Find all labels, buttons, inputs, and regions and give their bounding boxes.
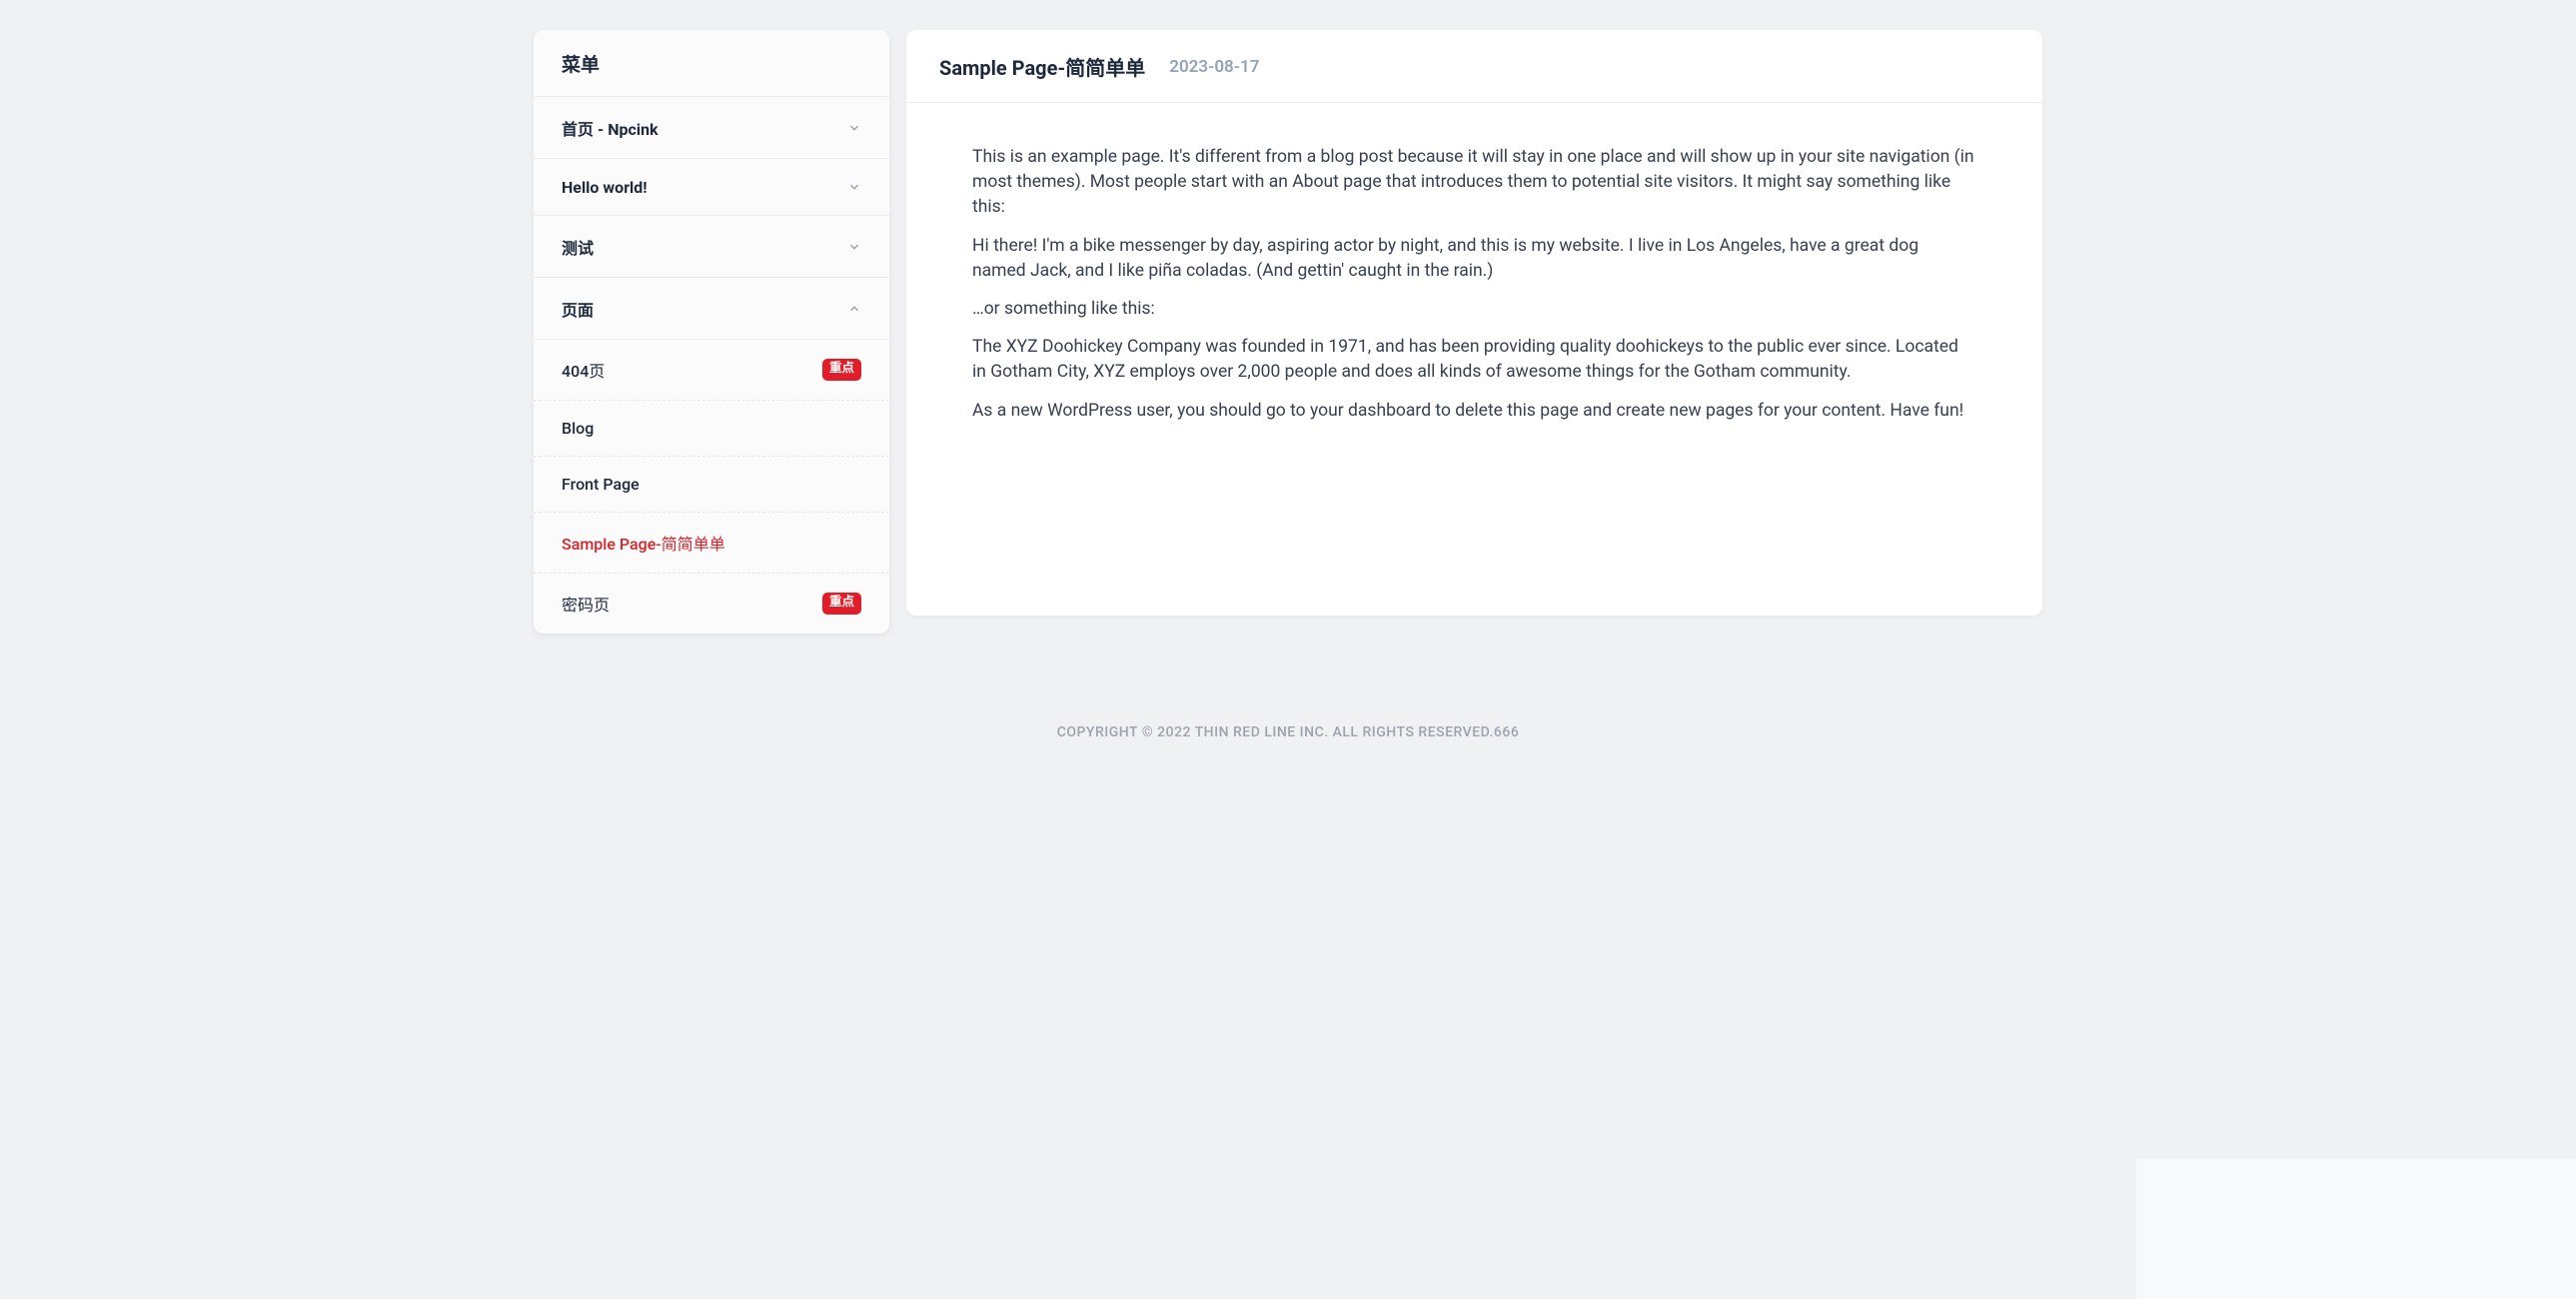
content-paragraph: …or something like this:: [972, 297, 1976, 322]
menu-item-label: 页面: [562, 297, 594, 321]
menu-item-pages[interactable]: 页面: [534, 278, 889, 340]
bottom-right-panel: [2136, 1159, 2576, 1299]
sub-item-label: 404页: [562, 358, 605, 382]
sub-item-front-page[interactable]: Front Page: [534, 457, 889, 513]
content-paragraph: This is an example page. It's different …: [972, 145, 1976, 221]
sub-item-label: Front Page: [562, 475, 640, 494]
sidebar-header: 菜单: [534, 30, 889, 97]
main-panel: Sample Page-简简单单 2023-08-17 This is an e…: [906, 30, 2042, 616]
sub-item-password-page[interactable]: 密码页 重点: [534, 574, 889, 634]
sidebar: 菜单 首页 - Npcink Hello world! 测试 页面 404页 重…: [534, 30, 889, 634]
badge-important: 重点: [822, 359, 861, 381]
layout: 菜单 首页 - Npcink Hello world! 测试 页面 404页 重…: [534, 30, 2042, 634]
badge-important: 重点: [822, 593, 861, 615]
content-paragraph: The XYZ Doohickey Company was founded in…: [972, 335, 1976, 385]
sub-item-blog[interactable]: Blog: [534, 401, 889, 457]
sub-item-label: 密码页: [562, 592, 610, 616]
sub-item-label: Blog: [562, 419, 594, 438]
chevron-down-icon: [847, 180, 861, 194]
sub-item-404[interactable]: 404页 重点: [534, 340, 889, 401]
footer-copyright: COPYRIGHT © 2022 THIN RED LINE INC. ALL …: [25, 634, 2551, 740]
menu-item-label: Hello world!: [562, 178, 647, 197]
chevron-down-icon: [847, 121, 861, 135]
main-header: Sample Page-简简单单 2023-08-17: [906, 30, 2042, 103]
main-body: This is an example page. It's different …: [906, 103, 2042, 479]
content-paragraph: As a new WordPress user, you should go t…: [972, 399, 1976, 424]
chevron-down-icon: [847, 240, 861, 254]
menu-item-label: 测试: [562, 235, 594, 259]
chevron-up-icon: [847, 302, 861, 316]
menu-item-home[interactable]: 首页 - Npcink: [534, 97, 889, 159]
menu-item-test[interactable]: 测试: [534, 216, 889, 278]
menu-item-hello-world[interactable]: Hello world!: [534, 159, 889, 216]
sub-item-sample-page[interactable]: Sample Page-简简单单: [534, 513, 889, 574]
menu-item-label: 首页 - Npcink: [562, 116, 658, 140]
sub-item-label: Sample Page-简简单单: [562, 531, 725, 555]
page-title: Sample Page-简简单单: [939, 52, 1145, 81]
content-paragraph: Hi there! I'm a bike messenger by day, a…: [972, 234, 1976, 284]
page-date: 2023-08-17: [1169, 57, 1259, 77]
sub-list-pages: 404页 重点 Blog Front Page Sample Page-简简单单…: [534, 340, 889, 634]
